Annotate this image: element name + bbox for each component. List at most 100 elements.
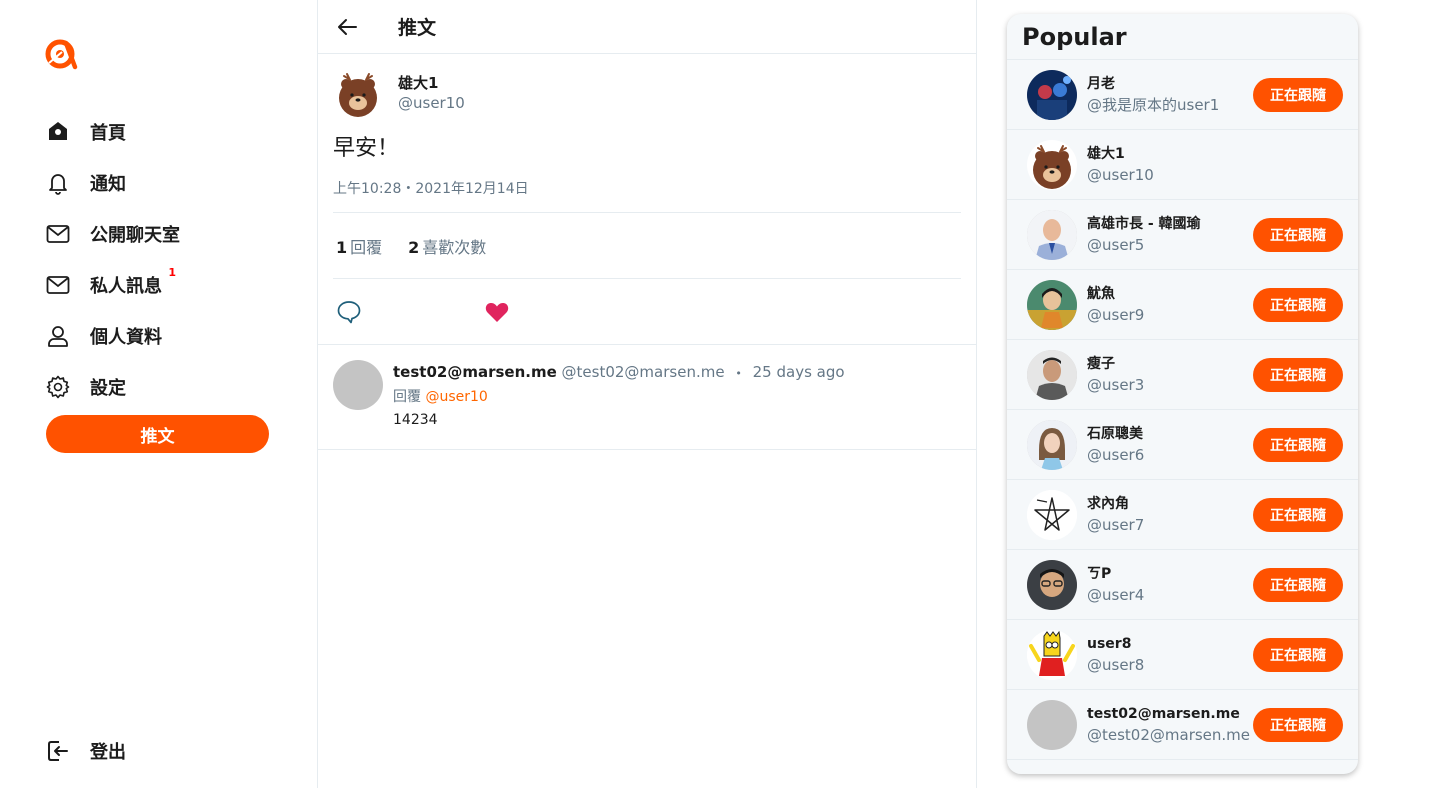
tweet-timestamp: 上午10:28・2021年12月14日 (333, 178, 961, 213)
popular-user-handle[interactable]: @user4 (1087, 585, 1252, 606)
nav-label-private-messages-text: 私人訊息 (90, 275, 162, 297)
reply-count-stat[interactable]: 1 回覆 (336, 234, 382, 258)
popular-user-name[interactable]: user8 (1087, 634, 1252, 655)
author-name[interactable]: 雄大1 (398, 73, 465, 93)
popular-user-name[interactable]: 高雄市長 - 韓國瑜 (1087, 214, 1252, 235)
popular-user-text: 高雄市長 - 韓國瑜 @user5 (1087, 214, 1252, 256)
popular-user-text: user8 @user8 (1087, 634, 1252, 676)
author-handle[interactable]: @user10 (398, 93, 465, 113)
popular-user-name[interactable]: 瘦子 (1087, 354, 1252, 375)
popular-user-name[interactable]: 求內角 (1087, 494, 1252, 515)
mail-icon (46, 222, 70, 246)
back-arrow-icon[interactable] (336, 16, 358, 38)
reply-to-prefix: 回覆 (393, 389, 421, 405)
avatar[interactable] (1027, 419, 1077, 470)
popular-user-name[interactable]: 石原聰美 (1087, 424, 1252, 445)
following-button[interactable]: 正在跟隨 (1253, 497, 1343, 532)
logout-button[interactable]: 登出 (46, 734, 126, 768)
page-header: 推文 (318, 0, 976, 54)
reply-to: 回覆 @user10 (393, 386, 845, 408)
like-count-label: 喜歡次數 (422, 237, 487, 257)
reply-icon[interactable] (336, 299, 362, 325)
avatar[interactable] (1027, 629, 1077, 680)
popular-user-text: 瘦子 @user3 (1087, 354, 1252, 396)
avatar[interactable] (1027, 349, 1077, 400)
avatar[interactable] (333, 68, 383, 118)
avatar[interactable] (333, 360, 383, 410)
reply-item[interactable]: test02@marsen.me @test02@marsen.me • 25 … (318, 345, 976, 450)
author-text: 雄大1 @user10 (398, 73, 465, 113)
reply-author-name[interactable]: test02@marsen.me (393, 363, 557, 381)
popular-user-handle[interactable]: @user7 (1087, 515, 1252, 536)
reply-meta: test02@marsen.me @test02@marsen.me • 25 … (393, 360, 845, 386)
popular-user-handle[interactable]: @user9 (1087, 305, 1252, 326)
avatar[interactable] (1027, 489, 1077, 540)
logout-label: 登出 (90, 742, 126, 763)
tweet-actions (333, 279, 961, 344)
avatar[interactable] (1027, 559, 1077, 610)
nav-label-public-chat: 公開聊天室 (90, 224, 180, 246)
tweet-content: 早安！ (333, 136, 400, 161)
nav-item-public-chat[interactable]: 公開聊天室 (46, 208, 286, 259)
popular-user-text: 雄大1 @user10 (1087, 144, 1252, 186)
nav-item-settings[interactable]: 設定 (46, 361, 286, 412)
popular-user-item: 月老 @我是原本的user1 正在跟隨 (1007, 60, 1358, 130)
popular-user-name[interactable]: 月老 (1087, 74, 1252, 95)
nav-item-private-messages[interactable]: 私人訊息 1 (46, 259, 286, 310)
popular-user-name[interactable]: ㄎP (1087, 564, 1252, 585)
follow-placeholder (1253, 148, 1343, 182)
following-button[interactable]: 正在跟隨 (1253, 567, 1343, 602)
avatar[interactable] (1027, 139, 1077, 190)
popular-user-handle[interactable]: @user5 (1087, 235, 1252, 256)
tweet-stats-wrapper: 1 回覆 2 喜歡次數 (318, 213, 976, 344)
nav-item-home[interactable]: 首頁 (46, 106, 286, 157)
popular-user-handle[interactable]: @user3 (1087, 375, 1252, 396)
tweet-button[interactable]: 推文 (46, 415, 269, 453)
avatar[interactable] (1027, 699, 1077, 750)
popular-user-text: test02@marsen.me @test02@marsen.me (1087, 704, 1252, 746)
bell-icon (46, 171, 70, 195)
reply-text: 14234 (393, 412, 438, 428)
nav-item-profile[interactable]: 個人資料 (46, 310, 286, 361)
nav-label-notifications: 通知 (90, 173, 126, 195)
following-button[interactable]: 正在跟隨 (1253, 77, 1343, 112)
popular-user-item: 魷魚 @user9 正在跟隨 (1007, 270, 1358, 340)
nav-label-home: 首頁 (90, 122, 126, 144)
following-button[interactable]: 正在跟隨 (1253, 427, 1343, 462)
following-button[interactable]: 正在跟隨 (1253, 357, 1343, 392)
popular-user-text: 月老 @我是原本的user1 (1087, 74, 1252, 116)
popular-user-handle[interactable]: @test02@marsen.me (1087, 725, 1252, 746)
popular-user-text: 魷魚 @user9 (1087, 284, 1252, 326)
reply-author-handle[interactable]: @test02@marsen.me (562, 363, 725, 381)
like-count: 2 (408, 237, 420, 257)
reply-separator: • (735, 367, 742, 380)
popular-user-name[interactable]: test02@marsen.me (1087, 704, 1252, 725)
following-button[interactable]: 正在跟隨 (1253, 707, 1343, 742)
like-count-stat[interactable]: 2 喜歡次數 (408, 234, 486, 258)
main-panel: 推文 雄大1 @user10 早安！ 上午10:28・2021年12月14日 1… (318, 0, 977, 788)
popular-user-handle[interactable]: @我是原本的user1 (1087, 95, 1252, 116)
popular-user-item: test02@marsen.me @test02@marsen.me 正在跟隨 (1007, 690, 1358, 760)
popular-user-item: ㄎP @user4 正在跟隨 (1007, 550, 1358, 620)
popular-user-name[interactable]: 雄大1 (1087, 144, 1252, 165)
avatar[interactable] (1027, 69, 1077, 120)
following-button[interactable]: 正在跟隨 (1253, 637, 1343, 672)
popular-user-name[interactable]: 魷魚 (1087, 284, 1252, 305)
reply-mention-link[interactable]: @user10 (425, 389, 487, 405)
avatar[interactable] (1027, 279, 1077, 330)
nav-item-notifications[interactable]: 通知 (46, 157, 286, 208)
reply-time: 25 days ago (752, 363, 845, 381)
popular-user-handle[interactable]: @user6 (1087, 445, 1252, 466)
reply-body: test02@marsen.me @test02@marsen.me • 25 … (393, 360, 845, 432)
avatar[interactable] (1027, 209, 1077, 260)
following-button[interactable]: 正在跟隨 (1253, 217, 1343, 252)
popular-user-item: 瘦子 @user3 正在跟隨 (1007, 340, 1358, 410)
unread-badge: 1 (168, 265, 176, 279)
following-button[interactable]: 正在跟隨 (1253, 287, 1343, 322)
logo-icon[interactable] (44, 37, 78, 71)
heart-icon[interactable] (484, 299, 510, 325)
popular-user-handle[interactable]: @user10 (1087, 165, 1252, 186)
tweet-detail: 雄大1 @user10 早安！ 上午10:28・2021年12月14日 (318, 54, 976, 213)
nav-label-private-messages: 私人訊息 1 (90, 266, 176, 298)
popular-user-handle[interactable]: @user8 (1087, 655, 1252, 676)
